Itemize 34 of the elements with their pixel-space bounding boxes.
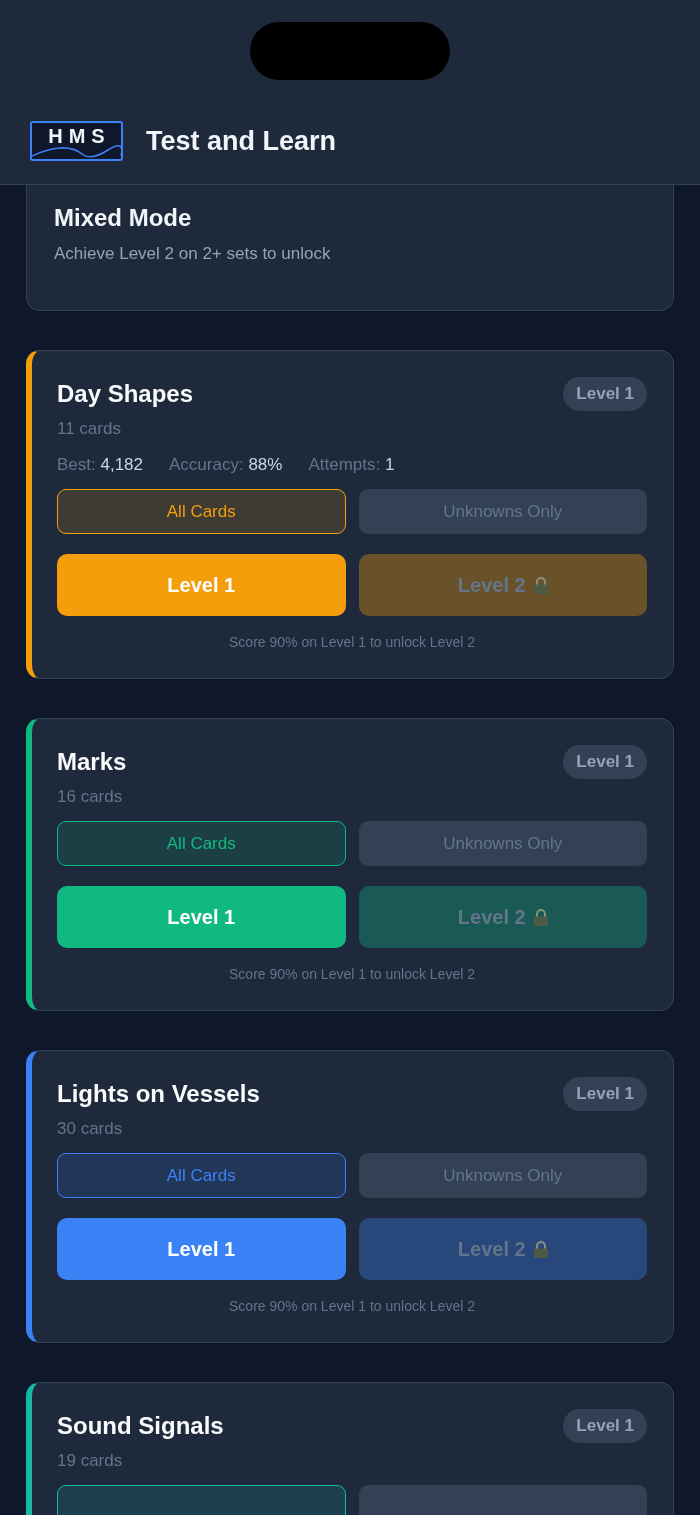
- app-logo: HMS: [30, 121, 123, 161]
- level-button[interactable]: Level 2: [358, 1218, 647, 1280]
- set-title: Lights on Vessels: [57, 1079, 260, 1109]
- unlock-hint: Achieve Level 2 on 2+ sets to unlock: [54, 243, 332, 265]
- level-button[interactable]: Level 2: [358, 554, 647, 616]
- level-badge: Level 1: [563, 377, 647, 411]
- card-count: 19 cards: [57, 1450, 124, 1472]
- card-count: 30 cards: [57, 1118, 124, 1140]
- card-count: 11 cards: [57, 418, 122, 440]
- unlock-hint: Score 90% on Level 1 to unlock Level 2: [228, 965, 476, 984]
- card-count: 16 cards: [57, 786, 124, 808]
- unlock-hint: Score 90% on Level 1 to unlock Level 2: [228, 1297, 476, 1316]
- level-button[interactable]: Level 1: [57, 1218, 346, 1280]
- level-badge: Level 1: [563, 745, 647, 779]
- stat-text: Attempts: 1: [308, 454, 395, 476]
- level-button[interactable]: Level 2: [358, 886, 647, 948]
- card-title: Mixed Mode: [54, 203, 193, 233]
- level-button[interactable]: Level 1: [57, 554, 346, 616]
- stat-text: Accuracy: 88%: [169, 454, 283, 476]
- lock-icon: [533, 908, 548, 926]
- mode-toggle[interactable]: All Cards: [57, 489, 346, 534]
- level-badge: Level 1: [563, 1409, 647, 1443]
- mode-toggle[interactable]: All Cards: [57, 821, 346, 866]
- app-title: Test and Learn: [146, 125, 337, 157]
- mode-toggle[interactable]: All Cards: [57, 1153, 346, 1198]
- level-button[interactable]: Level 1: [57, 886, 346, 948]
- unlock-hint: Score 90% on Level 1 to unlock Level 2: [228, 633, 476, 652]
- set-title: Sound Signals: [57, 1411, 224, 1441]
- set-title: Marks: [57, 747, 127, 777]
- lock-icon: [533, 1240, 548, 1258]
- lock-icon: [533, 576, 548, 594]
- level-badge: Level 1: [563, 1077, 647, 1111]
- stat-text: Best: 4,182: [57, 454, 143, 476]
- set-title: Day Shapes: [57, 379, 194, 409]
